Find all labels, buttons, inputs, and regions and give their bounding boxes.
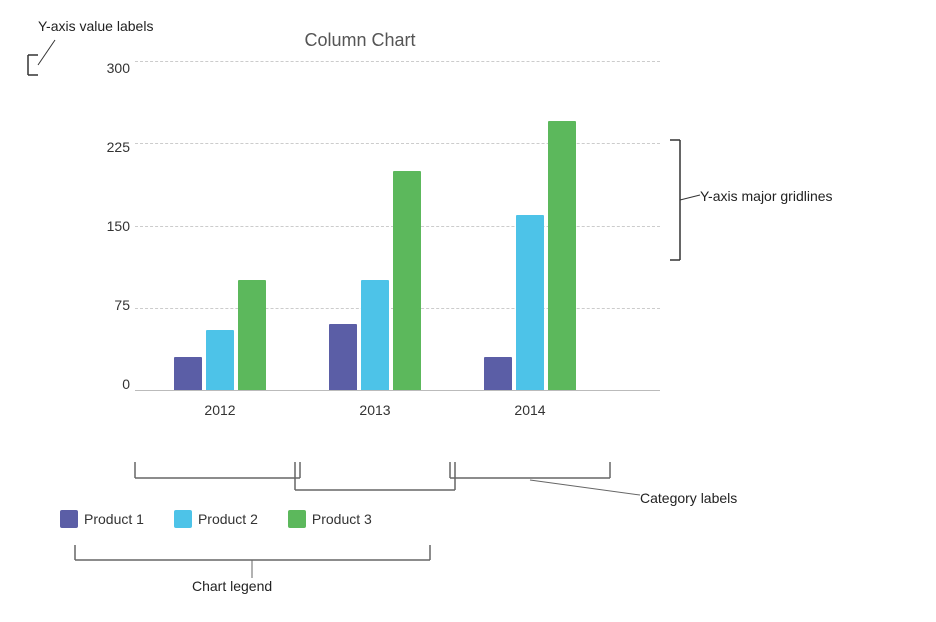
legend-color-product1 [60, 510, 78, 528]
y-label-0: 0 [122, 377, 130, 391]
bar-2014-product3 [548, 121, 576, 390]
bar-2013-product3 [393, 171, 421, 390]
legend-label-product3: Product 3 [312, 511, 372, 527]
bar-group-label-2013: 2013 [320, 402, 430, 418]
bar-group-2014: 2014 [475, 61, 585, 390]
gridlines-annotation: Y-axis major gridlines [700, 188, 833, 204]
y-label-75: 75 [114, 298, 130, 312]
bar-group-2013: 2013 [320, 61, 430, 390]
bar-2012-product3 [238, 280, 266, 390]
bar-2014-product2 [516, 215, 544, 390]
y-label-150: 150 [107, 219, 130, 233]
bar-2014-product1 [484, 357, 512, 390]
bar-2012-product2 [206, 330, 234, 390]
chart-container: Column Chart 300 225 150 75 0 2012 [60, 30, 660, 500]
bar-2013-product2 [361, 280, 389, 390]
legend-label-product2: Product 2 [198, 511, 258, 527]
legend-color-product3 [288, 510, 306, 528]
y-label-225: 225 [107, 140, 130, 154]
legend-item-product3: Product 3 [288, 510, 372, 528]
bar-2012-product1 [174, 357, 202, 390]
chart-legend-annotation: Chart legend [192, 578, 272, 594]
chart-legend: Product 1 Product 2 Product 3 [60, 510, 372, 528]
y-axis: 300 225 150 75 0 [100, 61, 130, 391]
chart-area: 300 225 150 75 0 2012 [60, 61, 660, 431]
bar-2013-product1 [329, 324, 357, 390]
bar-group-2012: 2012 [165, 61, 275, 390]
bar-group-label-2012: 2012 [165, 402, 275, 418]
chart-title: Column Chart [60, 30, 660, 51]
bar-group-label-2014: 2014 [475, 402, 585, 418]
legend-label-product1: Product 1 [84, 511, 144, 527]
y-label-300: 300 [107, 61, 130, 75]
legend-item-product1: Product 1 [60, 510, 144, 528]
legend-color-product2 [174, 510, 192, 528]
legend-item-product2: Product 2 [174, 510, 258, 528]
plot-area: 2012 2013 2014 [135, 61, 660, 391]
